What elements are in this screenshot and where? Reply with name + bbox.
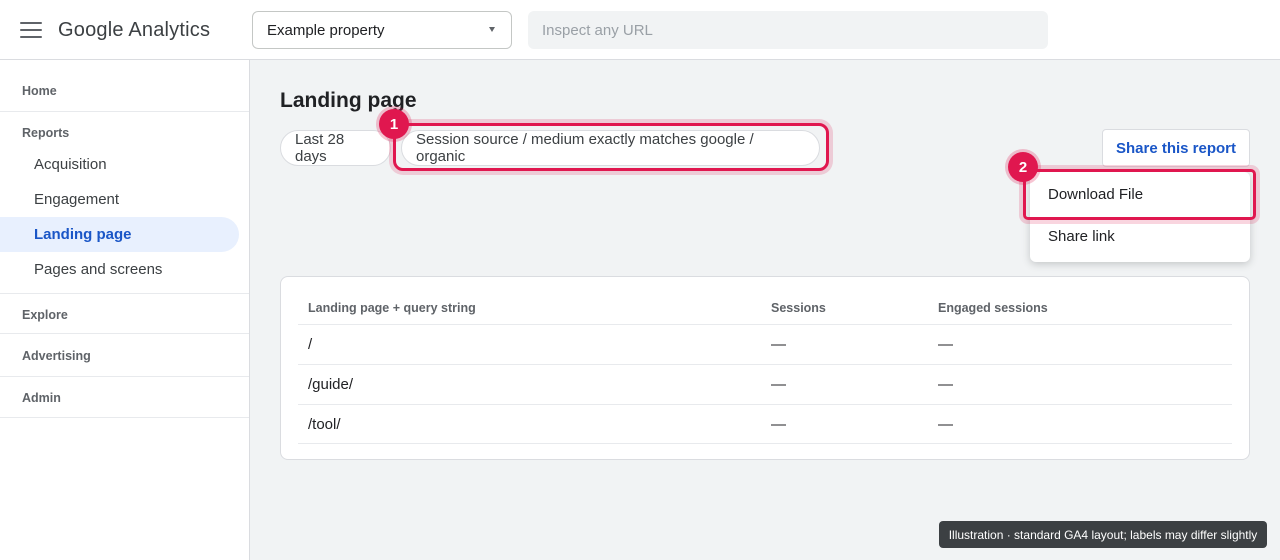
share-menu: Download File Share link — [1030, 172, 1250, 262]
nav-divider — [0, 417, 249, 418]
sidebar-item-pages-and-screens[interactable]: Pages and screens — [0, 252, 239, 287]
date-range-chip[interactable]: Last 28 days — [280, 130, 391, 166]
table-cell-engaged-sessions: — — [938, 336, 953, 353]
nav-advertising[interactable]: Advertising — [0, 349, 91, 363]
sidebar-nav: Home Reports Acquisition Engagement Land… — [0, 60, 250, 560]
nav-divider — [0, 333, 249, 334]
table-row: /tool/ — — — [298, 404, 1232, 444]
table-cell-engaged-sessions: — — [938, 416, 953, 433]
nav-divider — [0, 111, 249, 112]
sidebar-item-engagement[interactable]: Engagement — [0, 182, 239, 217]
download-file-menu-item[interactable]: Download File — [1030, 174, 1250, 214]
illustration-caption: Illustration · standard GA4 layout; labe… — [939, 521, 1267, 548]
sidebar-item-acquisition[interactable]: Acquisition — [0, 147, 239, 182]
report-table-card: Landing page + query string Sessions Eng… — [280, 276, 1250, 460]
top-app-bar: Google Analytics Example property — [0, 0, 1280, 60]
filter-chip[interactable]: Session source / medium exactly matches … — [401, 130, 820, 166]
app-title: Google Analytics — [58, 19, 211, 41]
table-cell-landing-page[interactable]: /tool/ — [308, 416, 341, 433]
table-cell-sessions: — — [771, 416, 786, 433]
nav-home[interactable]: Home — [0, 84, 57, 98]
property-selector[interactable]: Example property — [252, 11, 512, 49]
table-cell-sessions: — — [771, 336, 786, 353]
hamburger-menu-icon[interactable] — [20, 22, 42, 38]
table-cell-sessions: — — [771, 376, 786, 393]
table-cell-landing-page[interactable]: / — [308, 336, 312, 353]
nav-explore[interactable]: Explore — [0, 308, 68, 322]
dropdown-arrow-icon — [489, 27, 495, 32]
column-header-sessions[interactable]: Sessions — [771, 301, 826, 315]
table-row: /guide/ — — — [298, 364, 1232, 404]
table-cell-engaged-sessions: — — [938, 376, 953, 393]
table-row: / — — — [298, 324, 1232, 364]
step-2-badge: 2 — [1008, 152, 1038, 182]
nav-admin[interactable]: Admin — [0, 391, 61, 405]
step-1-badge: 1 — [379, 109, 409, 139]
share-link-menu-item[interactable]: Share link — [1030, 216, 1250, 256]
url-inspect-input[interactable] — [528, 11, 1048, 49]
share-report-button[interactable]: Share this report — [1102, 129, 1250, 167]
column-header-engaged-sessions[interactable]: Engaged sessions — [938, 301, 1048, 315]
sidebar-item-landing-page[interactable]: Landing page — [0, 217, 239, 252]
nav-divider — [0, 293, 249, 294]
column-header-landing-page[interactable]: Landing page + query string — [308, 301, 476, 315]
nav-reports-section[interactable]: Reports — [0, 126, 69, 140]
nav-divider — [0, 376, 249, 377]
table-cell-landing-page[interactable]: /guide/ — [308, 376, 353, 393]
property-selector-value: Example property — [267, 21, 385, 39]
